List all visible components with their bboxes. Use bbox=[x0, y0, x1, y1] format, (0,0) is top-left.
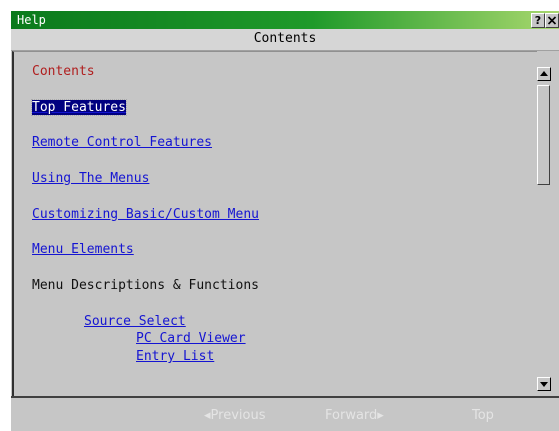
link-remote-control-features[interactable]: Remote Control Features bbox=[32, 135, 212, 150]
scroll-down-button[interactable] bbox=[537, 377, 551, 391]
link-pc-card-viewer[interactable]: PC Card Viewer bbox=[136, 331, 246, 346]
window-title: Help bbox=[17, 13, 46, 27]
page-title: Contents bbox=[253, 31, 317, 46]
forward-button[interactable]: Forward▸ bbox=[325, 408, 384, 423]
help-window: Help ? Contents Contents Top Features Re… bbox=[11, 11, 559, 431]
arrow-up-icon bbox=[540, 71, 548, 76]
link-entry-list[interactable]: Entry List bbox=[136, 349, 214, 364]
link-top-features[interactable]: Top Features bbox=[31, 99, 127, 116]
scroll-thumb[interactable] bbox=[537, 85, 550, 185]
scroll-up-button[interactable] bbox=[537, 67, 551, 81]
arrow-down-icon bbox=[540, 382, 548, 387]
help-button[interactable]: ? bbox=[531, 13, 545, 28]
link-label: Top Features bbox=[31, 99, 127, 116]
title-bar: Help ? bbox=[11, 11, 559, 29]
navigation-bar: ◂Previous Forward▸ Top bbox=[11, 398, 559, 431]
contents-pane: Contents Top Features Remote Control Fea… bbox=[12, 51, 537, 397]
link-customizing-basic-custom-menu[interactable]: Customizing Basic/Custom Menu bbox=[32, 207, 259, 222]
link-source-select[interactable]: Source Select bbox=[84, 314, 186, 329]
close-button[interactable] bbox=[545, 13, 559, 28]
link-using-the-menus[interactable]: Using The Menus bbox=[32, 171, 149, 186]
contents-heading: Contents bbox=[32, 64, 95, 79]
section-menu-descriptions: Menu Descriptions & Functions bbox=[32, 278, 259, 293]
vertical-scrollbar[interactable] bbox=[537, 67, 553, 397]
previous-button[interactable]: ◂Previous bbox=[204, 408, 265, 423]
link-menu-elements[interactable]: Menu Elements bbox=[32, 242, 134, 257]
close-icon bbox=[547, 16, 557, 25]
top-button[interactable]: Top bbox=[472, 408, 494, 423]
page-header: Contents bbox=[11, 29, 559, 51]
